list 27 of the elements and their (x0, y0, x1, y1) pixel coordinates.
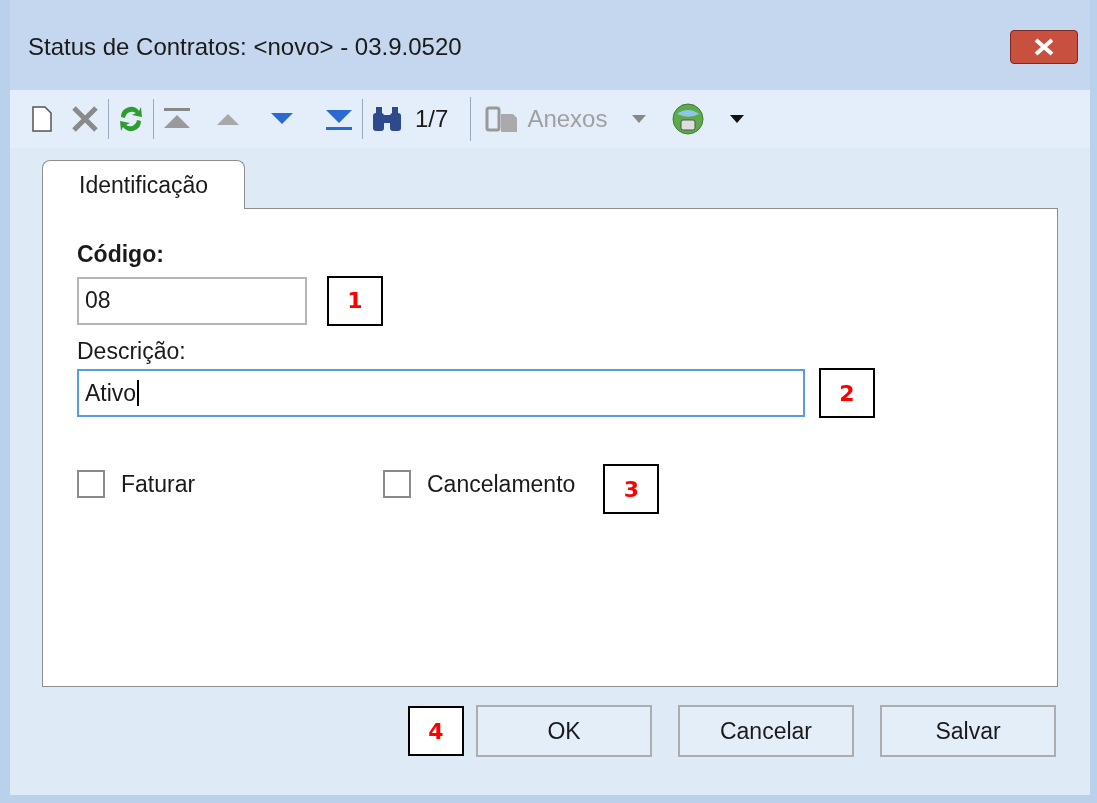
description-field[interactable]: Ativo (77, 369, 805, 417)
delete-icon[interactable] (70, 104, 100, 134)
close-icon (1033, 38, 1055, 56)
checkbox-label: Faturar (121, 469, 196, 499)
field-label: Código: (77, 240, 165, 269)
checkbox[interactable] (383, 470, 411, 498)
dialog-button[interactable]: Cancelar (678, 705, 854, 757)
next-record-icon[interactable] (270, 112, 294, 126)
new-document-icon[interactable] (32, 106, 52, 132)
callout-number: 2 (819, 368, 875, 418)
tab[interactable]: Identificação (42, 160, 246, 209)
caret-icon[interactable] (729, 114, 746, 124)
previous-record-icon[interactable] (216, 112, 240, 126)
callout-number: 4 (408, 706, 464, 756)
window-title: Status de Contratos: <novo> - 03.9.0520 (28, 32, 462, 62)
dialog-button[interactable]: Salvar (880, 705, 1056, 757)
dialog-button[interactable]: OK (476, 705, 652, 757)
checkbox-label: Cancelamento (427, 469, 576, 499)
checkbox[interactable] (77, 470, 105, 498)
callout-number: 1 (327, 275, 383, 326)
record-counter: 1/7 (415, 104, 449, 134)
globe-icon[interactable] (671, 102, 706, 136)
code-field[interactable]: 08 (77, 276, 307, 325)
callout-number: 3 (603, 464, 660, 514)
field-label: Descrição: (77, 336, 187, 366)
close-button[interactable] (1010, 30, 1078, 64)
binoculars-icon[interactable] (371, 105, 403, 133)
